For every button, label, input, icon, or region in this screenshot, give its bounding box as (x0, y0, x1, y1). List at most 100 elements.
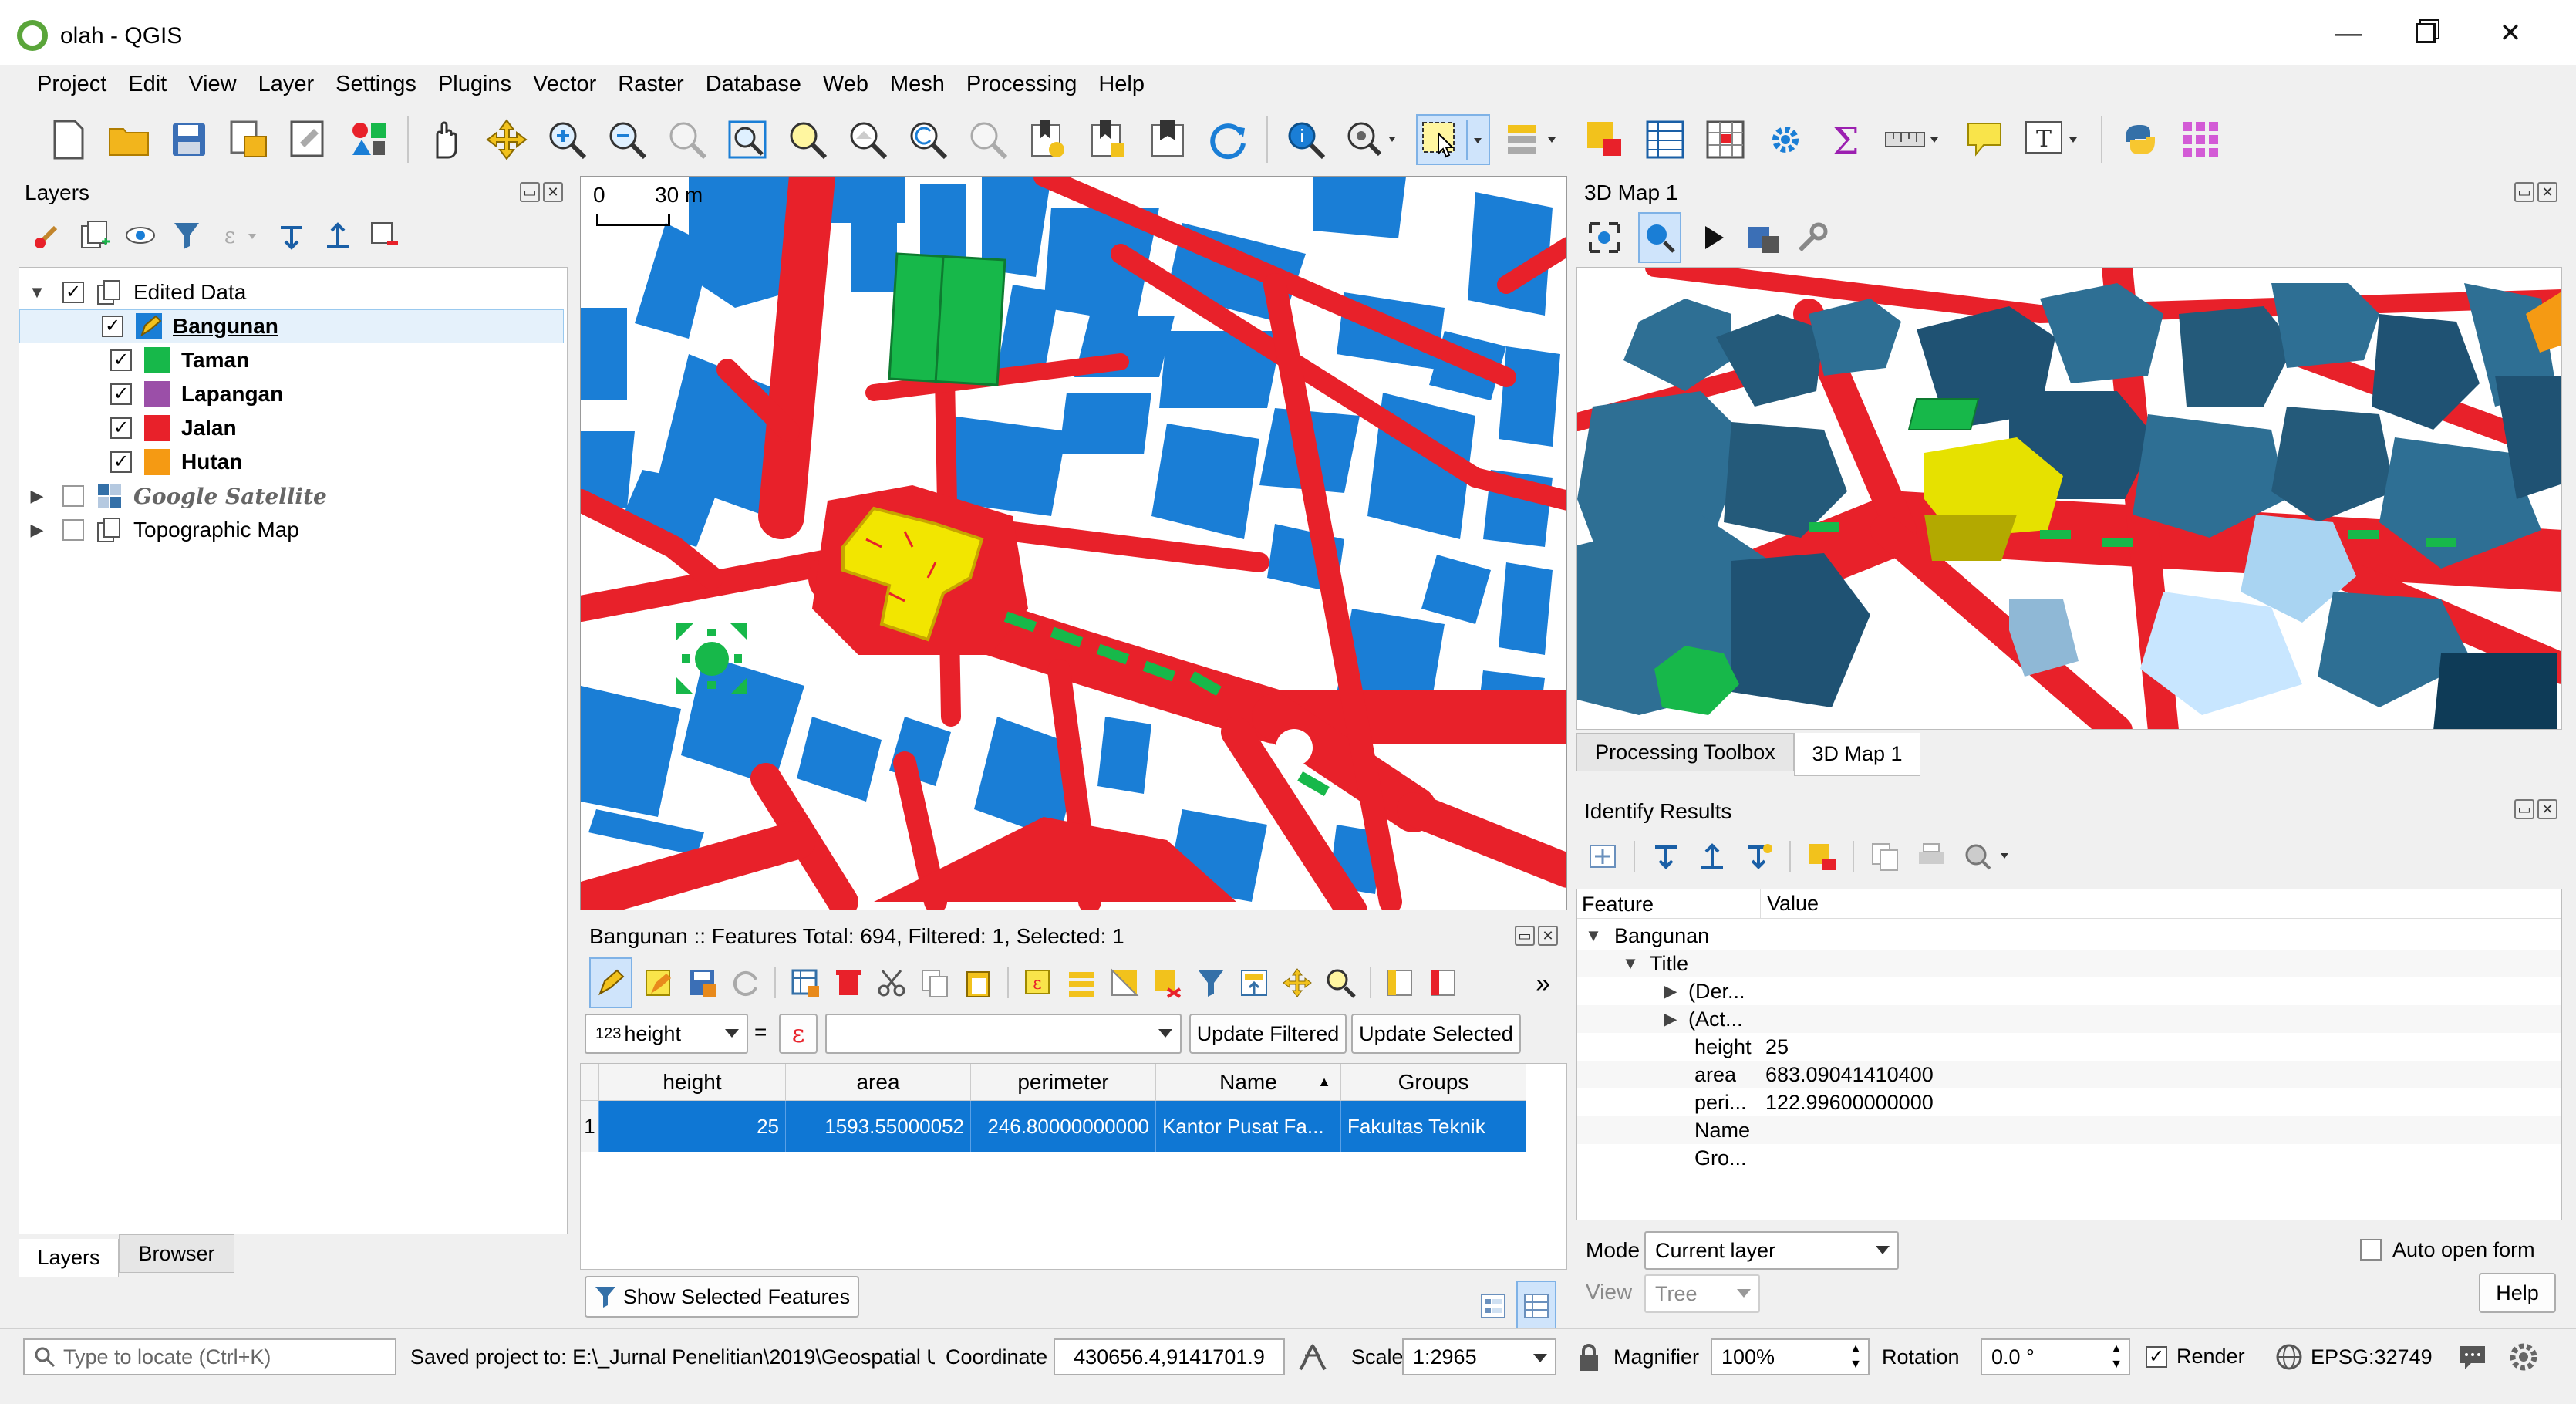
map-tips-icon[interactable] (1961, 116, 2008, 164)
style-manager-icon[interactable] (346, 116, 393, 164)
identify-features-icon[interactable]: i (1282, 116, 1330, 164)
processing-toolbox-icon[interactable] (1762, 116, 1809, 164)
action-tool-icon[interactable] (1342, 116, 1404, 164)
plugin-grid-icon[interactable] (2176, 116, 2224, 164)
collapse-all-icon[interactable] (321, 211, 355, 259)
copy-feature-icon[interactable] (1868, 832, 1902, 880)
add-feature-icon[interactable] (788, 959, 822, 1007)
toggle-editing-icon[interactable] (589, 957, 632, 1008)
save-as-icon[interactable] (225, 116, 273, 164)
close-panel-icon[interactable]: ✕ (2537, 182, 2557, 202)
statistical-summary-icon[interactable]: Σ (1822, 116, 1870, 164)
spin-down-icon[interactable]: ▼ (1849, 1357, 1862, 1372)
help-button[interactable]: Help (2479, 1273, 2556, 1313)
form-view-icon[interactable] (1476, 1282, 1510, 1330)
tree-item-derived[interactable]: ▶ (Der... (1577, 977, 2561, 1005)
reload-table-icon[interactable] (728, 959, 762, 1007)
configure-3d-icon[interactable] (1795, 214, 1829, 262)
spin-up-icon[interactable]: ▲ (1849, 1342, 1862, 1357)
column-header-area[interactable]: area (786, 1064, 971, 1101)
spin-down-icon[interactable]: ▼ (2110, 1357, 2123, 1372)
temporal-controller-icon[interactable] (1145, 116, 1192, 164)
menu-project[interactable]: Project (0, 65, 117, 103)
layer-checkbox[interactable]: ✓ (110, 451, 132, 473)
auto-open-form[interactable]: Auto open form (2360, 1233, 2535, 1267)
layer-item-bangunan[interactable]: ✓ Bangunan (19, 309, 564, 343)
layer-checkbox[interactable]: ✓ (110, 417, 132, 439)
zoom-in-icon[interactable] (543, 116, 591, 164)
filter-select-icon[interactable] (1194, 959, 1228, 1007)
layer-item-topographic-map[interactable]: ▶ Topographic Map (29, 513, 299, 547)
refresh-icon[interactable] (1205, 116, 1253, 164)
text-annotation-icon[interactable]: T (2021, 116, 2087, 164)
float-panel-icon[interactable]: ▭ (520, 182, 540, 202)
select-by-expression-icon[interactable]: ε (1021, 959, 1055, 1007)
auto-open-checkbox[interactable] (2360, 1239, 2382, 1261)
remove-layer-icon[interactable] (367, 211, 401, 259)
manage-visibility-icon[interactable] (123, 211, 157, 259)
minimize-button[interactable]: — (2314, 14, 2383, 52)
tab-browser[interactable]: Browser (119, 1234, 234, 1273)
filter-legend-icon[interactable] (170, 211, 204, 259)
tree-item-actions[interactable]: ▶ (Act... (1577, 1005, 2561, 1033)
layer-checkbox[interactable]: ✓ (102, 316, 123, 337)
menu-layer[interactable]: Layer (248, 65, 325, 103)
cell-area[interactable]: 1593.55000052 (786, 1101, 971, 1152)
cell-perimeter[interactable]: 246.80000000000 (971, 1101, 1156, 1152)
expand-arrow-icon[interactable]: ▶ (1662, 981, 1679, 1001)
layer-item-hutan[interactable]: ✓ Hutan (110, 445, 242, 479)
table-row[interactable]: 1 25 1593.55000052 246.80000000000 Kanto… (581, 1101, 1526, 1152)
crs-button[interactable]: EPSG:32749 (2275, 1343, 2433, 1371)
update-filtered-button[interactable]: Update Filtered (1189, 1014, 1347, 1054)
open-project-icon[interactable] (105, 116, 153, 164)
close-window-button[interactable]: ✕ (2476, 14, 2545, 52)
zoom-last-icon[interactable] (904, 116, 952, 164)
pan-to-selection-icon[interactable] (483, 116, 531, 164)
render-checkbox[interactable]: ✓ (2146, 1345, 2167, 1368)
field-select[interactable]: 123 height (585, 1014, 748, 1054)
layer-group-edited-data[interactable]: ▼ ✓ Edited Data (29, 275, 246, 309)
cell-name[interactable]: Kantor Pusat Fa... (1156, 1101, 1341, 1152)
more-tools-icon[interactable]: » (1536, 969, 1550, 999)
layer-checkbox[interactable]: ✓ (110, 383, 132, 405)
identify-3d-icon[interactable] (1638, 212, 1681, 263)
add-group-icon[interactable] (77, 211, 111, 259)
print-layout-icon[interactable] (285, 116, 333, 164)
layer-item-lapangan[interactable]: ✓ Lapangan (110, 377, 283, 411)
attribute-row-area[interactable]: area 683.09041410400 (1577, 1061, 2561, 1088)
identify-settings-icon[interactable] (1961, 832, 2015, 880)
style-layer-icon[interactable] (31, 211, 65, 259)
tree-item-bangunan[interactable]: ▼ Bangunan (1577, 922, 2561, 950)
layer-checkbox[interactable] (62, 519, 84, 541)
column-header-height[interactable]: height (599, 1064, 786, 1101)
column-header-perimeter[interactable]: perimeter (971, 1064, 1156, 1101)
view-select[interactable]: Tree (1644, 1274, 1760, 1313)
column-header-groups[interactable]: Groups (1341, 1064, 1526, 1101)
rotation-field[interactable]: 0.0 ° ▲ ▼ (1981, 1338, 2130, 1375)
cut-icon[interactable] (875, 959, 909, 1007)
zoom-next-icon[interactable] (964, 116, 1012, 164)
delete-field-icon[interactable] (1427, 959, 1461, 1007)
float-panel-icon[interactable]: ▭ (1515, 926, 1535, 946)
tab-processing-toolbox[interactable]: Processing Toolbox (1576, 733, 1794, 771)
float-panel-icon[interactable]: ▭ (2514, 799, 2534, 819)
zoom-out-icon[interactable] (603, 116, 651, 164)
animation-play-icon[interactable] (1697, 214, 1731, 262)
layer-item-google-satellite[interactable]: ▶ Google Satellite (29, 479, 327, 513)
new-project-icon[interactable] (45, 116, 93, 164)
toggle-extents-icon[interactable] (1296, 1340, 1330, 1374)
spin-up-icon[interactable]: ▲ (2110, 1342, 2123, 1357)
zoom-to-layer-icon[interactable] (844, 116, 892, 164)
deselect-icon[interactable] (1151, 959, 1185, 1007)
menu-raster[interactable]: Raster (607, 65, 694, 103)
zoom-full-icon[interactable] (723, 116, 771, 164)
layer-checkbox[interactable]: ✓ (110, 349, 132, 371)
save-project-icon[interactable] (165, 116, 213, 164)
expression-input[interactable] (825, 1014, 1182, 1054)
show-selected-features-button[interactable]: Show Selected Features (585, 1276, 859, 1318)
paste-icon[interactable] (961, 959, 995, 1007)
table-view-icon[interactable] (1516, 1281, 1556, 1331)
tree-item-title[interactable]: ▼ Title (1577, 950, 2561, 977)
map-canvas[interactable]: 0 30 m (580, 176, 1567, 910)
pan-map-icon[interactable] (423, 116, 470, 164)
